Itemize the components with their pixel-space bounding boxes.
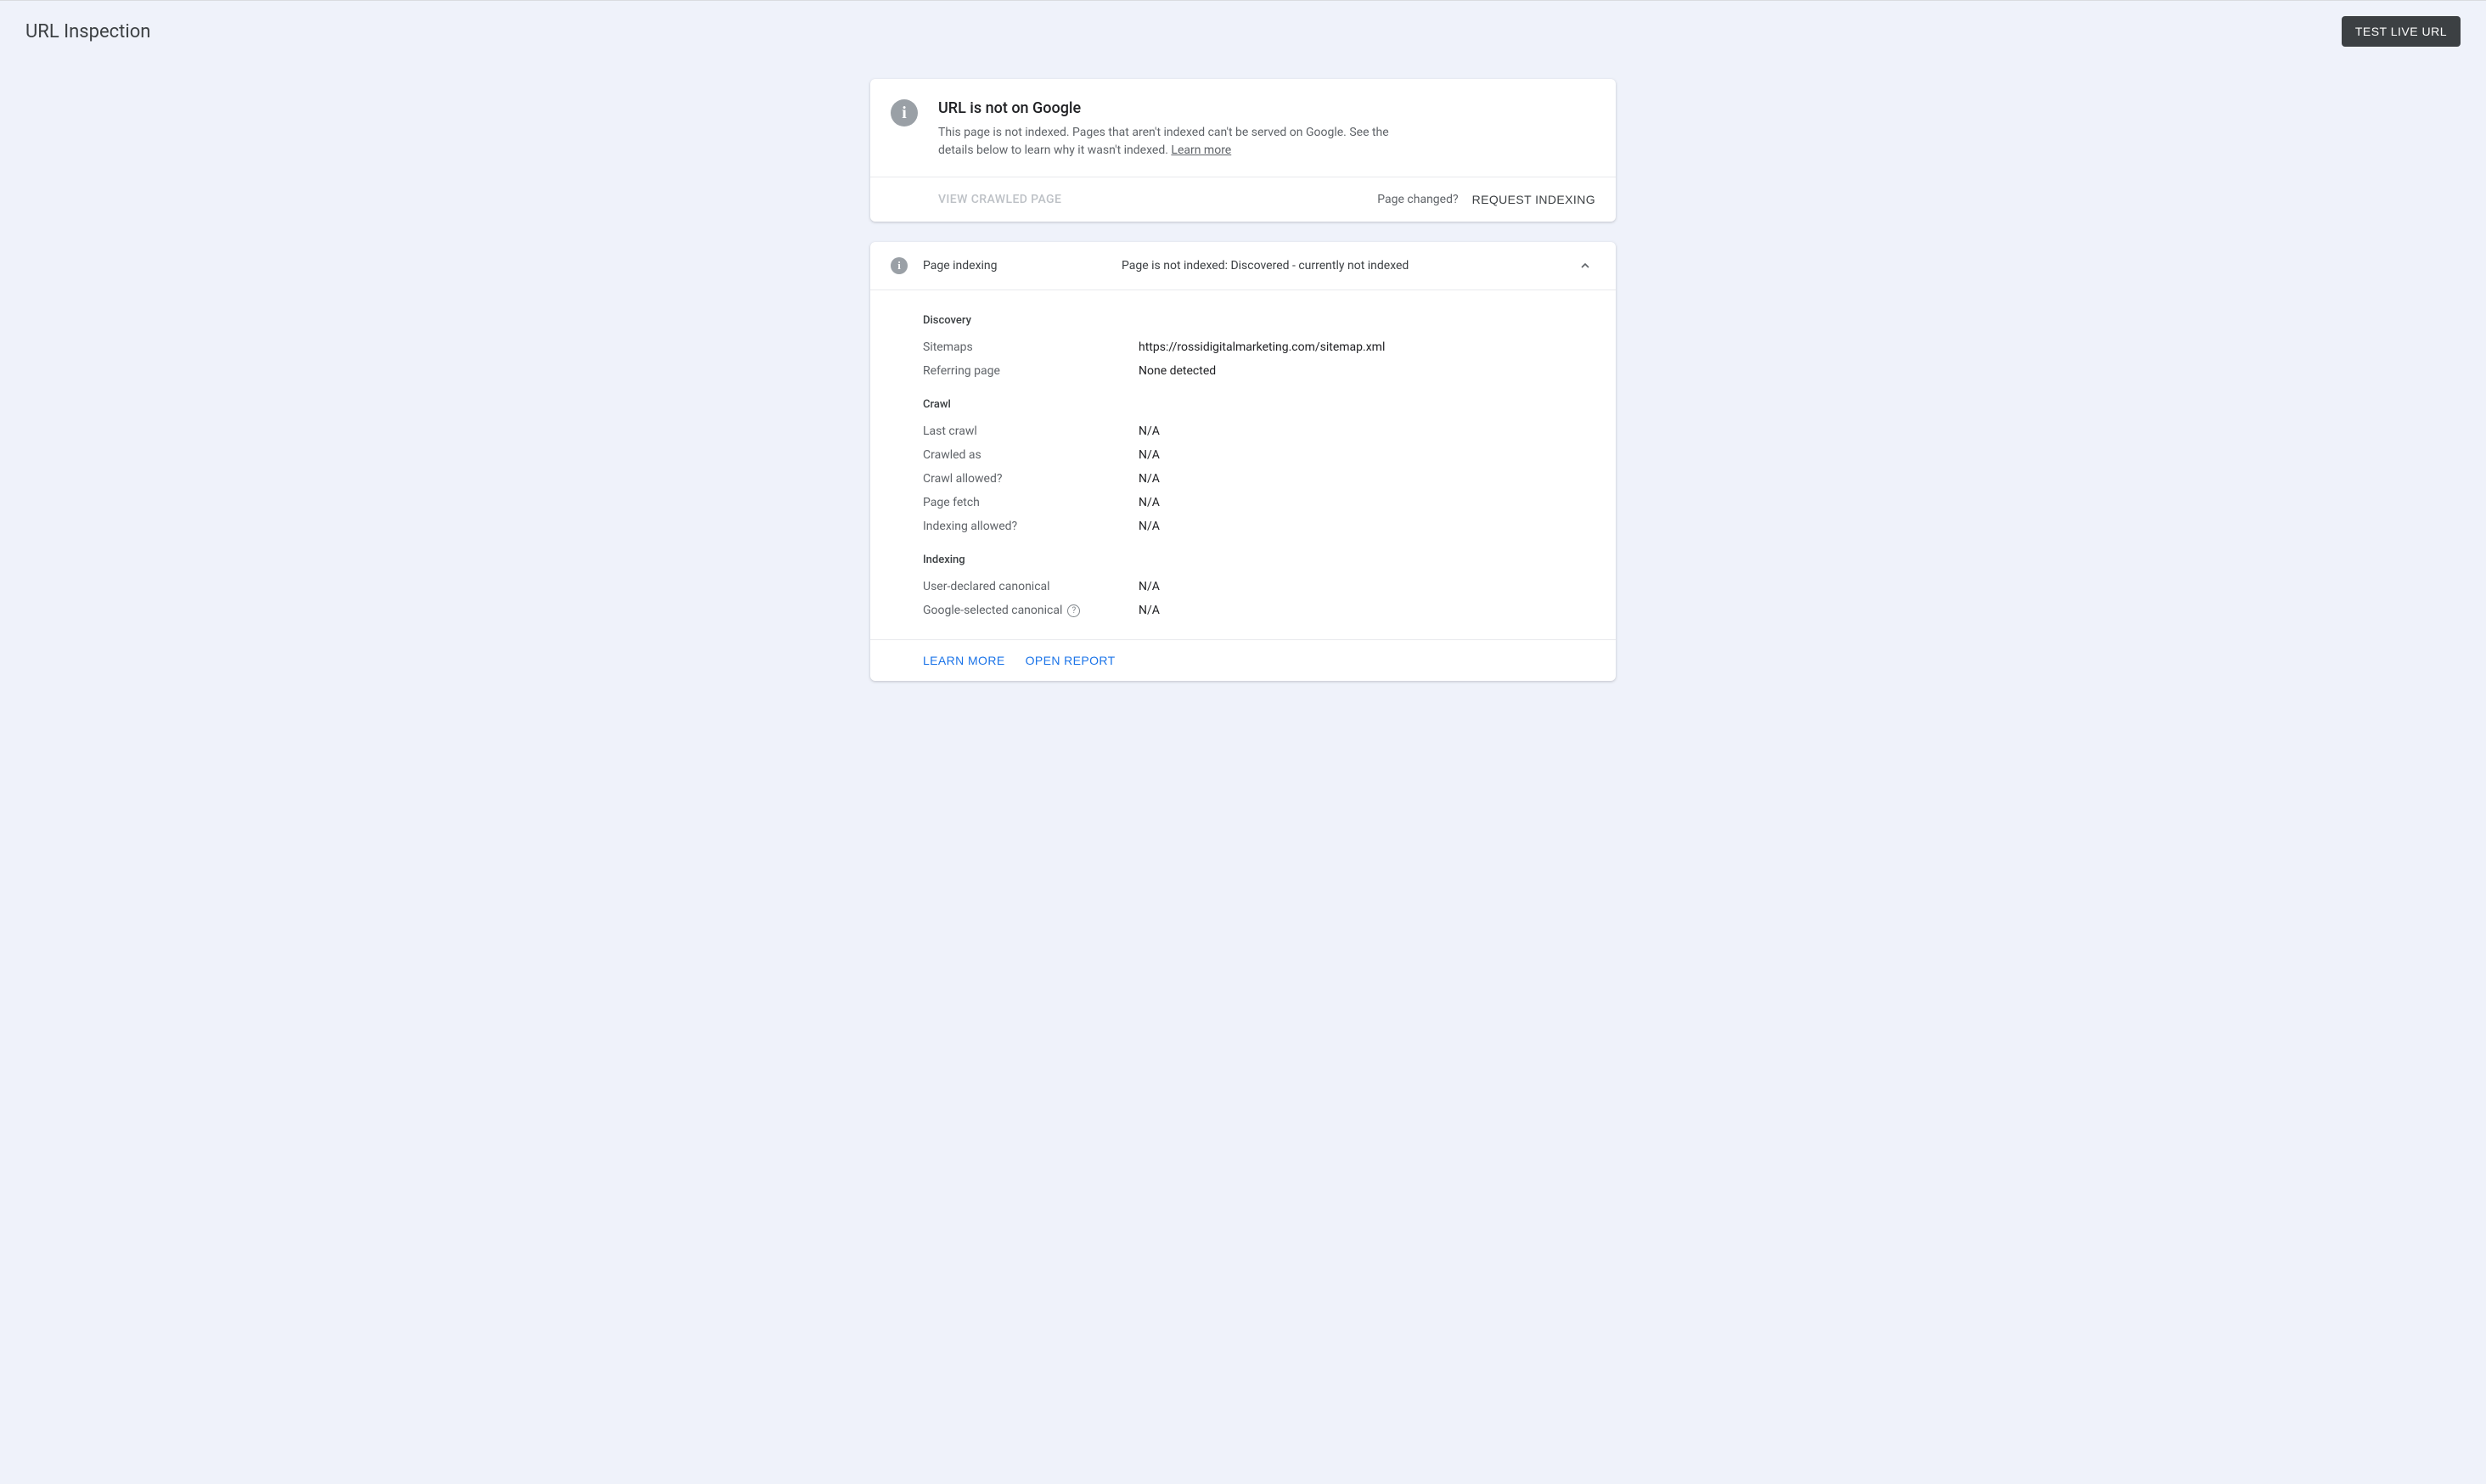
page-title: URL Inspection: [25, 21, 150, 42]
status-section: i URL is not on Google This page is not …: [870, 79, 1616, 177]
google-canonical-row: Google-selected canonical ? N/A: [923, 599, 1595, 622]
main-container: i URL is not on Google This page is not …: [870, 79, 1616, 681]
user-canonical-row: User-declared canonical N/A: [923, 575, 1595, 599]
crawl-allowed-row: Crawl allowed? N/A: [923, 467, 1595, 491]
page-indexing-header[interactable]: i Page indexing Page is not indexed: Dis…: [870, 242, 1616, 289]
status-description: This page is not indexed. Pages that are…: [938, 124, 1414, 160]
referring-page-label: Referring page: [923, 364, 1139, 378]
indexing-section-title: Indexing: [923, 554, 1595, 566]
page-fetch-value: N/A: [1139, 496, 1160, 509]
referring-page-value: None detected: [1139, 364, 1216, 378]
actions-row: VIEW CRAWLED PAGE Page changed? REQUEST …: [870, 177, 1616, 222]
sitemaps-label: Sitemaps: [923, 340, 1139, 354]
view-crawled-page-button: VIEW CRAWLED PAGE: [938, 193, 1061, 206]
request-indexing-button[interactable]: REQUEST INDEXING: [1472, 193, 1595, 206]
indexing-allowed-row: Indexing allowed? N/A: [923, 514, 1595, 538]
page-indexing-label: Page indexing: [923, 259, 1122, 273]
google-canonical-value: N/A: [1139, 604, 1160, 617]
test-live-url-button[interactable]: TEST LIVE URL: [2342, 16, 2461, 47]
google-canonical-label-text: Google-selected canonical: [923, 604, 1062, 617]
indexing-allowed-value: N/A: [1139, 520, 1160, 533]
status-heading: URL is not on Google: [938, 99, 1414, 117]
crawled-as-label: Crawled as: [923, 448, 1139, 462]
page-fetch-row: Page fetch N/A: [923, 491, 1595, 514]
right-actions: Page changed? REQUEST INDEXING: [1377, 193, 1595, 206]
user-canonical-label: User-declared canonical: [923, 580, 1139, 593]
sitemaps-value: https://rossidigitalmarketing.com/sitema…: [1139, 340, 1385, 354]
crawl-allowed-value: N/A: [1139, 472, 1160, 486]
learn-more-button[interactable]: LEARN MORE: [923, 654, 1005, 667]
top-bar: URL Inspection TEST LIVE URL: [0, 0, 2486, 62]
indexing-allowed-label: Indexing allowed?: [923, 520, 1139, 533]
page-indexing-card: i Page indexing Page is not indexed: Dis…: [870, 242, 1616, 681]
chevron-up-icon: [1578, 259, 1592, 273]
crawled-as-row: Crawled as N/A: [923, 443, 1595, 467]
referring-page-row: Referring page None detected: [923, 359, 1595, 383]
open-report-button[interactable]: OPEN REPORT: [1026, 654, 1116, 667]
user-canonical-value: N/A: [1139, 580, 1160, 593]
status-text: URL is not on Google This page is not in…: [938, 99, 1414, 160]
crawled-as-value: N/A: [1139, 448, 1160, 462]
info-icon: i: [891, 257, 908, 274]
last-crawl-label: Last crawl: [923, 424, 1139, 438]
status-card: i URL is not on Google This page is not …: [870, 79, 1616, 222]
crawl-section-title: Crawl: [923, 398, 1595, 411]
google-canonical-label: Google-selected canonical ?: [923, 604, 1139, 617]
sitemaps-row: Sitemaps https://rossidigitalmarketing.c…: [923, 335, 1595, 359]
page-indexing-status: Page is not indexed: Discovered - curren…: [1122, 259, 1578, 273]
help-icon[interactable]: ?: [1067, 604, 1080, 617]
last-crawl-value: N/A: [1139, 424, 1160, 438]
panel-body: Discovery Sitemaps https://rossidigitalm…: [870, 289, 1616, 640]
bottom-actions: LEARN MORE OPEN REPORT: [870, 640, 1616, 681]
crawl-allowed-label: Crawl allowed?: [923, 472, 1139, 486]
status-description-text: This page is not indexed. Pages that are…: [938, 126, 1389, 157]
page-changed-label: Page changed?: [1377, 193, 1458, 206]
info-icon: i: [891, 99, 918, 126]
discovery-section-title: Discovery: [923, 314, 1595, 327]
page-fetch-label: Page fetch: [923, 496, 1139, 509]
last-crawl-row: Last crawl N/A: [923, 419, 1595, 443]
learn-more-link[interactable]: Learn more: [1171, 143, 1231, 157]
